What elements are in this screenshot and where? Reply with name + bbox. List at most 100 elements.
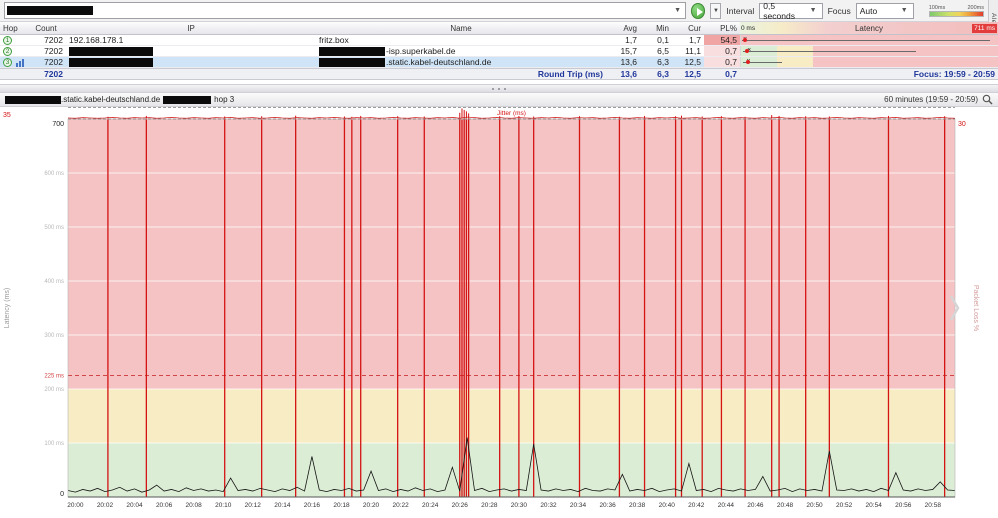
hop-badge: 2 — [3, 47, 12, 57]
interval-select[interactable]: 0,5 seconds ▼ — [759, 0, 823, 21]
svg-text:20:22: 20:22 — [392, 502, 409, 509]
redacted-host-prefix — [319, 58, 385, 68]
summary-avg: 13,6 — [620, 69, 637, 79]
svg-text:20:28: 20:28 — [481, 502, 498, 509]
svg-text:20:10: 20:10 — [215, 502, 232, 509]
timeline-chart[interactable]: 100 ms 200 ms 300 ms 400 ms 500 ms 600 ms 225 … — [0, 107, 998, 512]
svg-text:600 ms: 600 ms — [44, 171, 64, 177]
toolbar: ▼ ▼ Interval 0,5 seconds ▼ Focus Auto ▼ … — [0, 0, 988, 22]
trace-options-dropdown[interactable]: ▼ — [710, 2, 722, 19]
col-pl[interactable]: PL% — [704, 24, 740, 33]
zoom-icon[interactable] — [982, 94, 993, 105]
col-latency[interactable]: Latency 0 ms 711 ms — [740, 22, 998, 34]
count-cell: 7202 — [44, 46, 63, 56]
redacted-host-prefix — [319, 47, 385, 57]
avg-cell: 13,6 — [620, 57, 637, 67]
hop-badge: 1 — [3, 36, 12, 46]
timeline-chart-svg[interactable]: 100 ms 200 ms 300 ms 400 ms 500 ms 600 ms 225 … — [0, 107, 998, 512]
avg-cell: 1,7 — [625, 35, 637, 45]
summary-count: 7202 — [44, 69, 63, 79]
latency-range-line — [743, 51, 916, 52]
svg-text:20:16: 20:16 — [304, 502, 321, 509]
svg-text:20:26: 20:26 — [452, 502, 469, 509]
name-cell: .static.kabel-deutschland.de — [316, 57, 606, 68]
table-row-hop2[interactable]: 2 7202 -isp.superkabel.de 15,7 6,5 11,1 … — [0, 46, 998, 57]
svg-text:20:04: 20:04 — [126, 502, 143, 509]
focus-range-label: Focus: 19:59 - 20:59 — [913, 69, 995, 79]
name-cell: fritz.box — [319, 35, 349, 45]
svg-text:Latency (ms): Latency (ms) — [4, 288, 11, 328]
svg-text:700: 700 — [52, 121, 64, 128]
packet-loss-cell: 54,5 — [704, 35, 740, 45]
graph-host-suffix: .static.kabel-deutschland.de — [61, 95, 161, 104]
col-min[interactable]: Min — [640, 24, 672, 33]
min-cell: 6,3 — [657, 57, 669, 67]
focus-select[interactable]: Auto ▼ — [855, 2, 914, 19]
pingplotter-app: ▼ ▼ Interval 0,5 seconds ▼ Focus Auto ▼ … — [0, 0, 998, 518]
svg-text:20:48: 20:48 — [777, 502, 794, 509]
col-hop[interactable]: Hop — [0, 24, 26, 33]
splitter-handle[interactable] — [0, 84, 998, 93]
host-suffix: -isp.superkabel.de — [386, 45, 456, 56]
svg-text:20:18: 20:18 — [333, 502, 350, 509]
svg-text:20:56: 20:56 — [895, 502, 912, 509]
graph-hop-label: hop 3 — [214, 95, 235, 104]
avg-cell: 15,7 — [620, 46, 637, 56]
svg-text:20:58: 20:58 — [925, 502, 942, 509]
svg-text:100 ms: 100 ms — [44, 441, 64, 447]
hop-table: Hop Count IP Name Avg Min Cur PL% Latenc… — [0, 22, 998, 80]
min-cell: 6,5 — [657, 46, 669, 56]
table-header-row[interactable]: Hop Count IP Name Avg Min Cur PL% Latenc… — [0, 22, 998, 35]
redacted-target-address — [7, 6, 93, 15]
focus-label: Focus — [827, 5, 851, 16]
svg-text:Jitter (ms): Jitter (ms) — [497, 110, 526, 117]
summary-min: 6,3 — [657, 69, 669, 79]
svg-text:20:02: 20:02 — [97, 502, 114, 509]
ip-cell — [66, 57, 316, 68]
grip-dot — [504, 87, 506, 90]
packet-loss-cell: 0,7 — [704, 57, 740, 67]
graphed-hop-icon — [16, 58, 25, 67]
svg-text:500 ms: 500 ms — [44, 225, 64, 231]
col-name[interactable]: Name — [316, 24, 606, 33]
svg-text:20:20: 20:20 — [363, 502, 380, 509]
round-trip-label: Round Trip (ms) — [537, 69, 603, 79]
start-trace-button[interactable] — [691, 2, 706, 19]
table-row-hop3[interactable]: 3 7202 .static.kabel-deutschland.de 13,6… — [0, 57, 998, 68]
cur-cell: 1,7 — [689, 35, 701, 45]
latency-bar-cell: × — [740, 46, 998, 56]
svg-text:30: 30 — [958, 121, 966, 128]
table-row-hop1[interactable]: 1 7202 192.168.178.1 fritz.box 1,7 0,1 1… — [0, 35, 998, 46]
packet-loss-cell: 0,7 — [704, 46, 740, 56]
round-trip-summary-row[interactable]: 7202 Round Trip (ms) 13,6 6,3 12,5 0,7 F… — [0, 68, 998, 80]
graph-range-label: 60 minutes (19:59 - 20:59) — [884, 95, 978, 104]
count-cell: 7202 — [44, 57, 63, 67]
interval-value: 0,5 seconds — [763, 0, 795, 21]
grip-dot — [498, 87, 500, 90]
col-ip[interactable]: IP — [66, 24, 316, 33]
col-avg[interactable]: Avg — [606, 24, 640, 33]
svg-text:20:40: 20:40 — [659, 502, 676, 509]
chevron-down-icon: ▼ — [900, 7, 908, 14]
redacted-ip — [69, 47, 153, 57]
svg-text:20:12: 20:12 — [245, 502, 262, 509]
latency-bar-cell: × — [740, 35, 998, 45]
hop-badge: 3 — [3, 58, 12, 68]
svg-text:20:54: 20:54 — [866, 502, 883, 509]
grip-dot — [492, 87, 494, 90]
svg-text:225 ms: 225 ms — [44, 374, 64, 380]
svg-text:300 ms: 300 ms — [44, 333, 64, 339]
col-cur[interactable]: Cur — [672, 24, 704, 33]
svg-text:20:32: 20:32 — [540, 502, 557, 509]
timeline-graph-header: .static.kabel-deutschland.de hop 3 60 mi… — [0, 93, 998, 107]
latency-range-line — [742, 40, 991, 41]
svg-text:20:08: 20:08 — [186, 502, 203, 509]
svg-text:Packet Loss %: Packet Loss % — [972, 285, 979, 331]
target-combo[interactable]: ▼ — [4, 2, 686, 19]
svg-text:20:14: 20:14 — [274, 502, 291, 509]
name-cell: -isp.superkabel.de — [316, 45, 606, 57]
col-count[interactable]: Count — [26, 24, 66, 33]
summary-pl: 0,7 — [725, 69, 737, 79]
latency-scale-min: 0 ms — [741, 24, 756, 32]
chevron-down-icon: ▼ — [674, 7, 681, 14]
